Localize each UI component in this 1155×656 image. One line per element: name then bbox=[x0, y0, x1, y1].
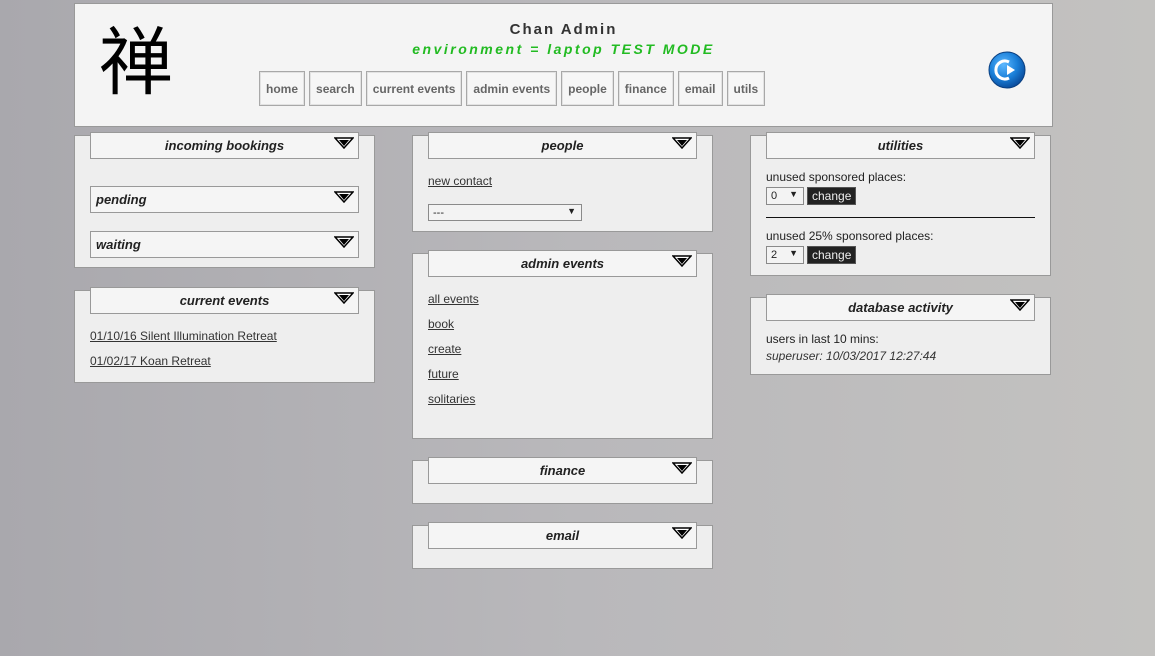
chevron-down-icon: ▼ bbox=[789, 248, 798, 258]
admin-link-solitaries[interactable]: solitaries bbox=[428, 392, 475, 406]
collapse-triangle-icon[interactable] bbox=[1010, 137, 1030, 149]
nav-search[interactable]: search bbox=[309, 71, 362, 106]
change-unused-25-button[interactable]: change bbox=[807, 246, 857, 264]
incoming-bookings-header[interactable]: incoming bookings bbox=[90, 132, 359, 159]
nav-home[interactable]: home bbox=[259, 71, 306, 106]
pending-section[interactable]: pending bbox=[90, 186, 359, 213]
finance-header[interactable]: finance bbox=[428, 457, 697, 484]
nav-current-events[interactable]: current events bbox=[365, 71, 463, 106]
admin-link-create[interactable]: create bbox=[428, 342, 461, 356]
nav-admin-events[interactable]: admin events bbox=[466, 71, 558, 106]
chevron-down-icon: ▼ bbox=[567, 206, 576, 216]
collapse-triangle-icon[interactable] bbox=[334, 292, 354, 304]
environment-label: environment = laptop TEST MODE bbox=[412, 41, 715, 57]
utilities-title: utilities bbox=[877, 138, 924, 153]
incoming-bookings-title: incoming bookings bbox=[164, 138, 285, 153]
chevron-down-icon: ▼ bbox=[789, 189, 798, 199]
new-contact-link[interactable]: new contact bbox=[428, 174, 492, 188]
collapse-triangle-icon[interactable] bbox=[334, 236, 354, 248]
activity-entry: superuser: 10/03/2017 12:27:44 bbox=[766, 349, 937, 363]
admin-events-header[interactable]: admin events bbox=[428, 250, 697, 277]
collapse-triangle-icon[interactable] bbox=[672, 462, 692, 474]
collapse-triangle-icon[interactable] bbox=[334, 137, 354, 149]
admin-link-all-events[interactable]: all events bbox=[428, 292, 479, 306]
unused-places-label: unused sponsored places: bbox=[766, 170, 907, 184]
header: 禅 Chan Admin environment = laptop TEST M… bbox=[74, 3, 1053, 127]
current-events-title: current events bbox=[179, 293, 270, 308]
finance-title: finance bbox=[539, 463, 586, 478]
nav-email[interactable]: email bbox=[677, 71, 723, 106]
database-activity-title: database activity bbox=[848, 300, 953, 315]
app-title: Chan Admin bbox=[509, 21, 618, 38]
utilities-header[interactable]: utilities bbox=[766, 132, 1035, 159]
unused-25-places-value: 2 bbox=[771, 249, 778, 261]
current-events-panel: current events 01/10/16 Silent Illuminat… bbox=[74, 287, 375, 383]
email-title: email bbox=[545, 528, 580, 543]
pending-title: pending bbox=[96, 192, 147, 207]
users-label: users in last 10 mins: bbox=[766, 332, 879, 346]
collapse-triangle-icon[interactable] bbox=[672, 527, 692, 539]
waiting-section[interactable]: waiting bbox=[90, 231, 359, 258]
admin-link-book[interactable]: book bbox=[428, 317, 454, 331]
unused-25-places-label: unused 25% sponsored places: bbox=[766, 229, 934, 243]
database-activity-panel: database activity users in last 10 mins:… bbox=[750, 294, 1051, 375]
email-panel: email bbox=[412, 522, 713, 569]
current-events-header[interactable]: current events bbox=[90, 287, 359, 314]
finance-panel: finance bbox=[412, 457, 713, 504]
divider bbox=[766, 217, 1035, 218]
admin-events-panel: admin events all events book create futu… bbox=[412, 250, 713, 439]
change-unused-button[interactable]: change bbox=[807, 187, 857, 205]
admin-link-future[interactable]: future bbox=[428, 367, 459, 381]
logout-arrow-icon[interactable] bbox=[988, 51, 1026, 89]
nav-people[interactable]: people bbox=[561, 71, 614, 106]
unused-places-value: 0 bbox=[771, 190, 778, 202]
database-activity-header[interactable]: database activity bbox=[766, 294, 1035, 321]
nav-utils[interactable]: utils bbox=[726, 71, 766, 106]
current-event-link[interactable]: 01/02/17 Koan Retreat bbox=[90, 354, 211, 368]
collapse-triangle-icon[interactable] bbox=[672, 255, 692, 267]
people-select[interactable]: --- ▼ bbox=[428, 204, 582, 221]
people-header[interactable]: people bbox=[428, 132, 697, 159]
email-header[interactable]: email bbox=[428, 522, 697, 549]
waiting-title: waiting bbox=[96, 237, 141, 252]
incoming-bookings-panel: incoming bookings pending waiting bbox=[74, 132, 375, 268]
nav-finance[interactable]: finance bbox=[617, 71, 674, 106]
people-title: people bbox=[541, 138, 584, 153]
main-nav: home search current events admin events … bbox=[259, 71, 766, 106]
utilities-panel: utilities unused sponsored places: 0 ▼ c… bbox=[750, 132, 1051, 276]
collapse-triangle-icon[interactable] bbox=[1010, 299, 1030, 311]
admin-events-title: admin events bbox=[520, 256, 605, 271]
unused-25-places-select[interactable]: 2 ▼ bbox=[766, 246, 804, 264]
people-panel: people new contact --- ▼ bbox=[412, 132, 713, 232]
unused-places-select[interactable]: 0 ▼ bbox=[766, 187, 804, 205]
collapse-triangle-icon[interactable] bbox=[334, 191, 354, 203]
people-select-value: --- bbox=[433, 206, 444, 219]
collapse-triangle-icon[interactable] bbox=[672, 137, 692, 149]
current-event-link[interactable]: 01/10/16 Silent Illumination Retreat bbox=[90, 329, 277, 343]
